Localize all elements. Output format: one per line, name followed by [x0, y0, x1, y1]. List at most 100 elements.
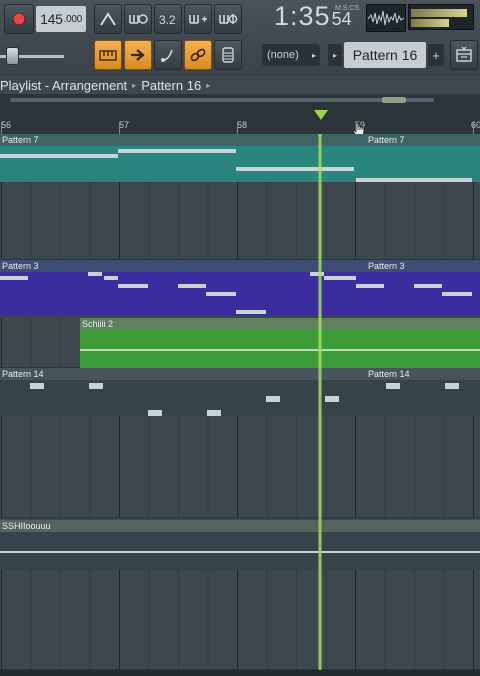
metronome-icon [100, 12, 116, 26]
note [236, 167, 354, 171]
step-edit-icon [189, 15, 207, 24]
pattern-clip[interactable]: Pattern 3 [356, 260, 480, 316]
note [30, 383, 44, 389]
note [104, 276, 118, 280]
pattern-none-label: (none) [267, 49, 299, 61]
add-pattern-button[interactable]: + [428, 44, 444, 66]
bar-tick [1, 122, 2, 134]
step-edit-button[interactable] [184, 4, 212, 34]
pattern-clip[interactable]: Pattern 14 [356, 368, 480, 416]
note [325, 396, 339, 402]
audio-clip[interactable]: Schiiii 2 [80, 318, 480, 368]
clip-title: Pattern 3 [356, 260, 480, 272]
typing-keyboard-button[interactable] [94, 40, 122, 70]
peak-meters [408, 4, 474, 30]
pattern-tool-button[interactable] [450, 40, 478, 70]
metronome-button[interactable] [94, 4, 122, 34]
clip-title: Pattern 3 [0, 260, 356, 272]
keyboard-icon [99, 50, 117, 61]
time-mode-label: M:S:CS [335, 5, 360, 12]
note [445, 383, 459, 389]
note [206, 292, 236, 296]
bar-tick [237, 122, 238, 134]
note [89, 383, 103, 389]
audio-clip[interactable]: SSHIIoouuu [0, 520, 480, 570]
playlist-title: Playlist - Arrangement [0, 77, 128, 93]
loop-record-icon [219, 14, 238, 24]
clip-title: Pattern 14 [0, 368, 356, 380]
note [148, 410, 162, 416]
playlist-tracks: Pattern 7 Pattern 7 Pattern 3 Pattern 3 … [0, 134, 480, 670]
time-main: 1:35 [274, 1, 331, 31]
audio-device-button[interactable] [214, 40, 242, 70]
playlist-breadcrumb: Playlist - Arrangement ▸ Pattern 16 ▸ [0, 76, 480, 94]
audio-waveform [0, 551, 480, 553]
horizontal-scrollbar[interactable] [0, 94, 480, 106]
tempo-value: 145 [40, 11, 63, 27]
record-button[interactable] [4, 4, 34, 34]
chevron-right-icon: ▸ [206, 80, 211, 90]
note [118, 284, 148, 288]
pattern-prev-button[interactable]: ▸ [328, 44, 342, 66]
svg-text:3.2: 3.2 [159, 13, 176, 27]
wait-input-button[interactable] [124, 4, 152, 34]
note [207, 410, 221, 416]
note [414, 284, 442, 288]
peak-meter-left [411, 9, 467, 17]
clip-title: Pattern 7 [0, 134, 356, 146]
bottom-edge [0, 670, 480, 676]
note [324, 276, 356, 280]
note [178, 284, 206, 288]
playhead-line[interactable] [318, 134, 322, 670]
pattern-clip[interactable]: Pattern 14 [0, 368, 356, 416]
pattern-clip[interactable]: Pattern 7 [356, 134, 480, 182]
chevron-right-icon: ▸ [132, 80, 137, 90]
countdown-button[interactable]: 3.2 [154, 4, 182, 34]
note [236, 310, 266, 314]
link-icon [190, 48, 206, 62]
scroll-position-marker [382, 97, 406, 103]
note [88, 272, 102, 276]
note [356, 178, 472, 182]
clip-title: SSHIIoouuu [0, 520, 480, 532]
pattern-selector[interactable]: Pattern 16 [344, 42, 426, 68]
note-icon [161, 49, 173, 62]
clip-title: Pattern 7 [356, 134, 480, 146]
arrow-right-icon [131, 49, 145, 61]
chevron-right-icon: ▸ [332, 50, 337, 60]
breadcrumb-pattern[interactable]: Pattern 16 [141, 78, 201, 93]
audio-waveform [80, 349, 480, 351]
note [118, 149, 236, 153]
playhead-marker[interactable] [314, 110, 328, 120]
scrollbar-thumb[interactable] [10, 98, 434, 102]
bar-number: 58 [237, 120, 248, 130]
speaker-icon [222, 47, 234, 63]
pattern-tool-icon [456, 46, 472, 62]
blend-notes-button[interactable] [154, 40, 182, 70]
bar-tick [119, 122, 120, 134]
bar-number: 57 [119, 120, 130, 130]
pattern-none-dropdown[interactable]: (none) ▸ [262, 44, 320, 66]
record-icon [12, 12, 26, 26]
oscilloscope-display[interactable] [366, 4, 406, 32]
loop-record-button[interactable] [214, 4, 242, 34]
note [0, 276, 28, 280]
clip-title: Schiiii 2 [80, 318, 480, 330]
note [356, 284, 384, 288]
link-button[interactable] [184, 40, 212, 70]
slider-knob[interactable] [6, 47, 19, 65]
countdown-icon: 3.2 [159, 13, 176, 27]
timeline-ruler[interactable]: 56 57 58 59 60 [0, 106, 480, 134]
pattern-clip[interactable]: Pattern 7 [0, 134, 356, 182]
time-sub: 54 [331, 9, 352, 29]
snap-arrow-button[interactable] [124, 40, 152, 70]
note [442, 292, 472, 296]
tempo-display[interactable]: 145.000 [36, 6, 86, 32]
note [266, 396, 280, 402]
waveform-icon [367, 10, 405, 26]
wait-icon [129, 14, 148, 24]
tempo-fraction: .000 [63, 13, 83, 25]
note [0, 154, 118, 158]
pattern-clip[interactable]: Pattern 3 [0, 260, 356, 316]
note [386, 383, 400, 389]
